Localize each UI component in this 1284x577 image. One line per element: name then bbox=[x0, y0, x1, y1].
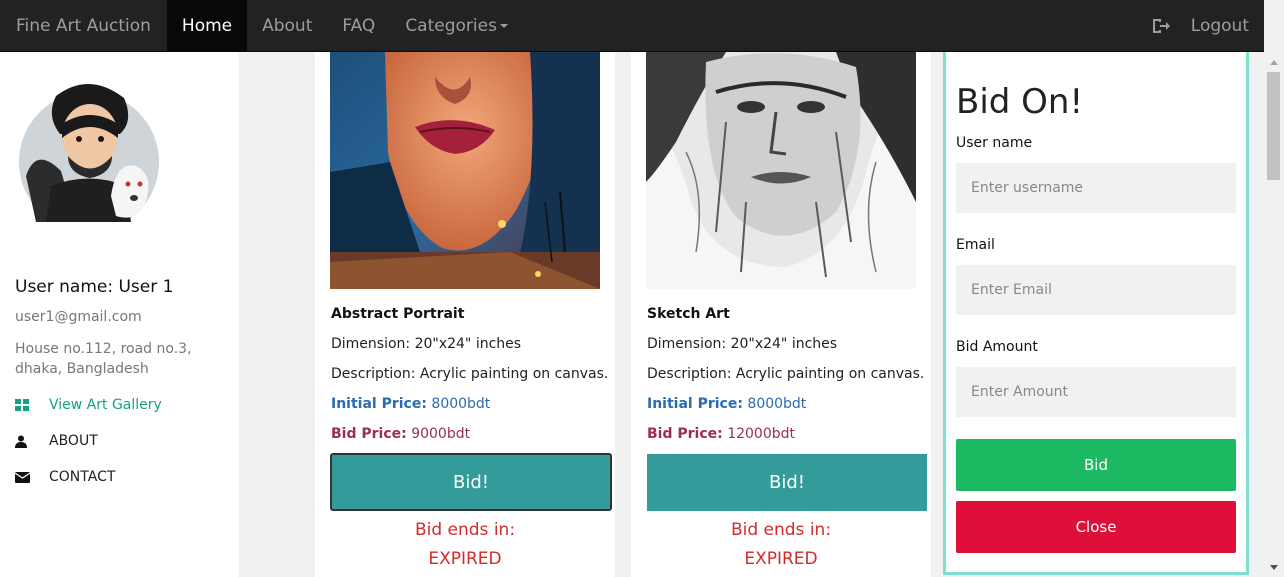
bid-button[interactable]: Bid! bbox=[647, 454, 927, 511]
logout-link[interactable]: Logout bbox=[1136, 0, 1264, 52]
art-dimension: Dimension: 20"x24" inches bbox=[647, 336, 838, 352]
art-dimension: Dimension: 20"x24" inches bbox=[331, 336, 522, 352]
email-input[interactable] bbox=[956, 265, 1236, 315]
top-navbar: Fine Art Auction Home About FAQ Categori… bbox=[0, 0, 1264, 52]
initial-price: Initial Price: 8000bdt bbox=[647, 396, 806, 412]
logout-icon bbox=[1151, 16, 1173, 36]
art-description: Description: Acrylic painting on canvas. bbox=[647, 366, 925, 382]
bid-amount-label: Bid Amount bbox=[956, 339, 1038, 355]
art-title: Sketch Art bbox=[647, 306, 730, 322]
bid-amount-input[interactable] bbox=[956, 367, 1236, 417]
username-label: User name bbox=[956, 135, 1033, 151]
bid-modal: Bid On! User name Email Bid Amount Bid C… bbox=[943, 52, 1249, 575]
scrollbar-thumb[interactable] bbox=[1267, 72, 1280, 180]
bid-price-label: Bid Price: bbox=[647, 426, 723, 442]
bid-price-label: Bid Price: bbox=[331, 426, 407, 442]
art-card: Abstract Portrait Dimension: 20"x24" inc… bbox=[315, 52, 615, 577]
bid-ends-label: Bid ends in: bbox=[414, 520, 516, 540]
bid-price-value: 12000bdt bbox=[727, 426, 795, 442]
artwork-image[interactable] bbox=[330, 52, 600, 289]
profile-address: House no.112, road no.3, dhaka, Banglade… bbox=[15, 341, 192, 377]
scroll-down-icon[interactable] bbox=[1270, 565, 1278, 570]
bid-status: EXPIRED bbox=[744, 549, 818, 569]
artwork-image[interactable] bbox=[646, 52, 916, 289]
profile-email: user1@gmail.com bbox=[15, 309, 142, 325]
user-icon bbox=[15, 435, 49, 448]
email-label: Email bbox=[956, 237, 995, 253]
art-title: Abstract Portrait bbox=[331, 306, 465, 322]
nav-item-home[interactable]: Home bbox=[166, 0, 248, 52]
nav-item-categories[interactable]: Categories bbox=[390, 0, 523, 52]
sidebar-item-label: View Art Gallery bbox=[49, 397, 162, 413]
initial-price: Initial Price: 8000bdt bbox=[331, 396, 490, 412]
avatar bbox=[16, 76, 162, 232]
scroll-up-icon[interactable] bbox=[1270, 60, 1278, 65]
art-card: Sketch Art Dimension: 20"x24" inches Des… bbox=[631, 52, 931, 577]
bid-price: Bid Price: 9000bdt bbox=[331, 426, 470, 442]
initial-price-label: Initial Price: bbox=[331, 396, 427, 412]
grid-icon bbox=[15, 399, 49, 411]
profile-sidebar: User name: User 1 user1@gmail.com House … bbox=[0, 52, 239, 577]
submit-bid-button[interactable]: Bid bbox=[956, 439, 1236, 491]
bid-price-value: 9000bdt bbox=[411, 426, 471, 442]
brand-link[interactable]: Fine Art Auction bbox=[0, 0, 167, 52]
nav-item-about[interactable]: About bbox=[247, 0, 327, 52]
initial-price-label: Initial Price: bbox=[647, 396, 743, 412]
envelope-icon bbox=[15, 471, 49, 483]
bid-status: EXPIRED bbox=[428, 549, 502, 569]
sidebar-item-about[interactable]: ABOUT bbox=[15, 433, 98, 449]
logout-label: Logout bbox=[1190, 15, 1249, 36]
categories-label: Categories bbox=[405, 15, 497, 36]
page-scrollbar[interactable] bbox=[1264, 0, 1284, 577]
nav-item-faq[interactable]: FAQ bbox=[327, 0, 390, 52]
profile-username: User name: User 1 bbox=[15, 277, 174, 297]
art-description: Description: Acrylic painting on canvas. bbox=[331, 366, 609, 382]
sidebar-item-contact[interactable]: CONTACT bbox=[15, 469, 115, 485]
sidebar-item-label: CONTACT bbox=[49, 469, 116, 485]
bid-price: Bid Price: 12000bdt bbox=[647, 426, 795, 442]
sidebar-item-label: ABOUT bbox=[49, 433, 98, 449]
bid-ends-label: Bid ends in: bbox=[730, 520, 832, 540]
close-button[interactable]: Close bbox=[956, 501, 1236, 553]
sidebar-item-view-art-gallery[interactable]: View Art Gallery bbox=[15, 397, 162, 413]
caret-down-icon bbox=[499, 23, 508, 28]
initial-price-value: 8000bdt bbox=[431, 396, 491, 412]
modal-title: Bid On! bbox=[956, 82, 1084, 122]
bid-button[interactable]: Bid! bbox=[330, 453, 612, 511]
username-input[interactable] bbox=[956, 163, 1236, 213]
initial-price-value: 8000bdt bbox=[747, 396, 807, 412]
